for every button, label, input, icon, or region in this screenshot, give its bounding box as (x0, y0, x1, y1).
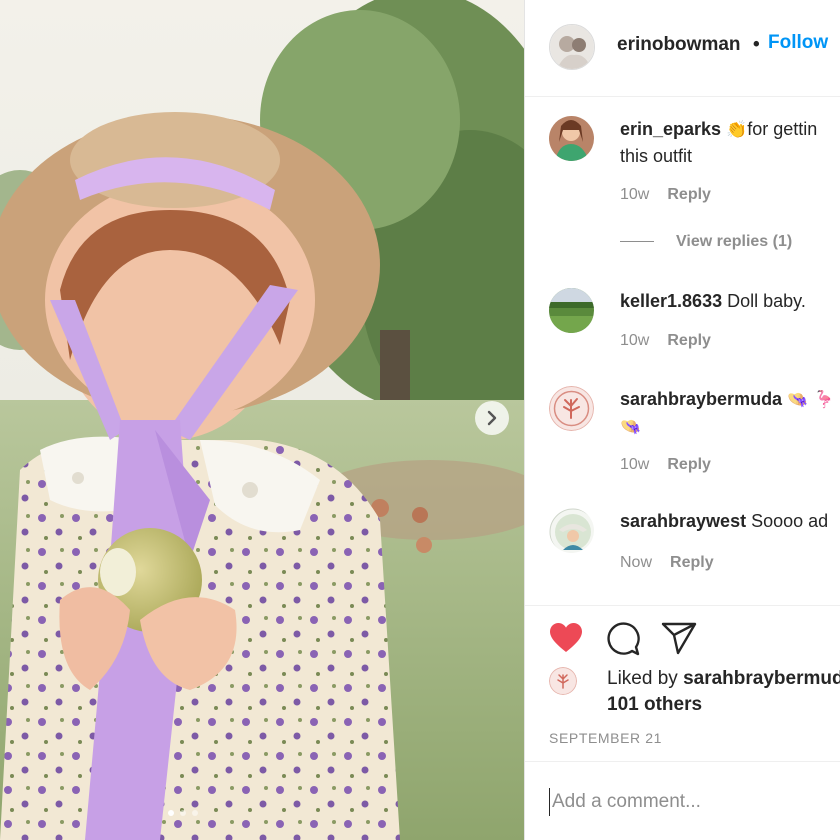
comment-age: 10w (620, 186, 650, 203)
liked-by-others[interactable]: 101 others (607, 694, 702, 716)
post-details-panel: erinobowman • Follow erin_eparks 👏for ge… (524, 0, 840, 840)
reply-button[interactable]: Reply (667, 186, 711, 203)
comment-body-line1: for gettin (747, 119, 818, 139)
carousel-dot-active (168, 810, 174, 816)
like-button[interactable] (549, 622, 583, 659)
comment-age: 10w (620, 456, 650, 473)
carousel-indicator (168, 810, 198, 816)
comment-body-line1: Doll baby. (727, 291, 806, 311)
comment-icon (607, 622, 640, 656)
comment-body-line2: this outfit (620, 146, 693, 166)
comment-body-line1: Soooo ad (751, 511, 829, 531)
reply-button[interactable]: Reply (667, 456, 711, 473)
comment-meta: Now Reply (620, 554, 714, 572)
comment-username[interactable]: erin_eparks (620, 119, 721, 139)
comment-username[interactable]: sarahbraybermuda (620, 389, 782, 409)
replies-divider-line (620, 241, 654, 243)
add-comment-input[interactable] (549, 788, 829, 816)
commenter-avatar[interactable] (549, 386, 594, 431)
post-header: erinobowman • Follow (525, 0, 840, 97)
liked-by-prefix: Liked by (607, 668, 678, 689)
comment-button[interactable] (605, 621, 641, 662)
comment-meta: 10w Reply (620, 186, 711, 204)
post-date[interactable]: SEPTEMBER 21 (549, 730, 662, 746)
heart-icon (550, 623, 582, 652)
author-avatar[interactable] (549, 24, 595, 70)
carousel-dot (192, 810, 198, 816)
reply-button[interactable]: Reply (670, 554, 714, 571)
liked-by-text: Liked by sarahbraybermuda (607, 668, 840, 690)
post-photo[interactable] (0, 0, 524, 840)
comment-age: Now (620, 554, 653, 571)
comment-text: sarahbraybermuda 👒 🦩 👒 (620, 386, 840, 440)
carousel-dot (180, 810, 186, 816)
hat-flamingo-emoji: 👒 🦩 (787, 390, 835, 410)
chevron-right-icon (487, 410, 497, 426)
comment-text: keller1.8633 Doll baby. (620, 288, 840, 314)
comment-meta: 10w Reply (620, 332, 711, 350)
comment-username[interactable]: sarahbraywest (620, 511, 746, 531)
share-button[interactable] (661, 622, 697, 661)
share-icon (661, 622, 697, 655)
follow-button[interactable]: Follow (768, 32, 828, 54)
liker-avatar[interactable] (549, 667, 577, 695)
hat-emoji: 👒 (620, 417, 642, 437)
commenter-avatar[interactable] (549, 508, 594, 553)
child-photo-illustration (0, 0, 524, 840)
comment-meta: 10w Reply (620, 456, 711, 474)
comment-age: 10w (620, 332, 650, 349)
author-username[interactable]: erinobowman (617, 34, 741, 56)
view-replies-label: View replies (1) (676, 233, 793, 250)
separator-dot: • (753, 34, 760, 55)
comment-username[interactable]: keller1.8633 (620, 291, 722, 311)
divider (525, 761, 840, 762)
next-photo-button[interactable] (475, 401, 509, 435)
reply-button[interactable]: Reply (667, 332, 711, 349)
comment-text: sarahbraywest Soooo ad (620, 508, 840, 534)
liked-by-user[interactable]: sarahbraybermuda (683, 668, 840, 689)
clap-emoji: 👏 (726, 120, 748, 140)
divider (525, 605, 840, 606)
comment-text: erin_eparks 👏for gettin this outfit (620, 116, 840, 169)
commenter-avatar[interactable] (549, 288, 594, 333)
commenter-avatar[interactable] (549, 116, 594, 161)
view-replies-button[interactable]: View replies (1) (620, 233, 792, 251)
